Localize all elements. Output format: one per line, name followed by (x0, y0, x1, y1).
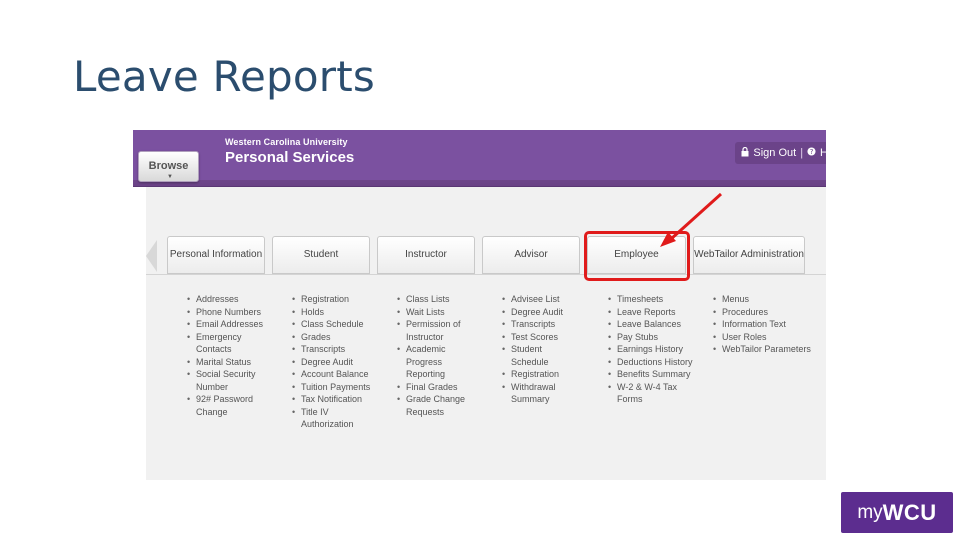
link-email-addresses[interactable]: Email Addresses (187, 318, 267, 331)
brand: Western Carolina University Personal Ser… (225, 137, 354, 166)
portal-screenshot: Browse ▼ Western Carolina University Per… (133, 130, 826, 480)
link-password-change[interactable]: 92# Password Change (187, 393, 267, 418)
tab-instructor[interactable]: Instructor (377, 236, 475, 274)
scroll-left-arrow-icon[interactable] (146, 240, 157, 272)
link-user-roles[interactable]: User Roles (713, 331, 813, 344)
arrow-icon (660, 192, 723, 247)
slide-title: Leave Reports (73, 52, 375, 101)
link-grade-change-requests[interactable]: Grade Change Requests (397, 393, 477, 418)
link-title-iv-authorization[interactable]: Title IV Authorization (292, 406, 372, 431)
link-test-scores[interactable]: Test Scores (502, 331, 582, 344)
link-class-lists[interactable]: Class Lists (397, 293, 477, 306)
page-margin (133, 187, 146, 480)
app-name: Personal Services (225, 149, 355, 166)
link-advisor-transcripts[interactable]: Transcripts (502, 318, 582, 331)
lock-icon (741, 146, 749, 160)
link-information-text[interactable]: Information Text (713, 318, 813, 331)
link-advisor-registration[interactable]: Registration (502, 368, 582, 381)
link-emergency-contacts[interactable]: Emergency Contacts (187, 331, 267, 356)
link-phone-numbers[interactable]: Phone Numbers (187, 306, 267, 319)
link-pay-stubs[interactable]: Pay Stubs (608, 331, 694, 344)
link-permission-of-instructor[interactable]: Permission of Instructor (397, 318, 477, 343)
link-menus[interactable]: Menus (713, 293, 813, 306)
link-final-grades[interactable]: Final Grades (397, 381, 477, 394)
mywcu-logo: my WCU (841, 492, 953, 533)
advisor-links: Advisee List Degree Audit Transcripts Te… (502, 293, 582, 406)
employee-links: Timesheets Leave Reports Leave Balances … (608, 293, 694, 406)
link-tax-notification[interactable]: Tax Notification (292, 393, 372, 406)
link-timesheets[interactable]: Timesheets (608, 293, 694, 306)
sign-out-link[interactable]: Sign Out (753, 147, 796, 159)
link-tuition-payments[interactable]: Tuition Payments (292, 381, 372, 394)
personal-information-links: Addresses Phone Numbers Email Addresses … (187, 293, 267, 418)
link-procedures[interactable]: Procedures (713, 306, 813, 319)
browse-label: Browse (148, 160, 189, 172)
link-leave-reports[interactable]: Leave Reports (608, 306, 694, 319)
link-w2-w4-tax-forms[interactable]: W-2 & W-4 Tax Forms (608, 381, 694, 406)
browse-button[interactable]: Browse ▼ (138, 151, 199, 182)
link-earnings-history[interactable]: Earnings History (608, 343, 694, 356)
tab-advisor[interactable]: Advisor (482, 236, 580, 274)
link-advisee-list[interactable]: Advisee List (502, 293, 582, 306)
divider: | (800, 147, 804, 159)
link-account-balance[interactable]: Account Balance (292, 368, 372, 381)
link-deductions-history[interactable]: Deductions History (608, 356, 694, 369)
link-webtailor-parameters[interactable]: WebTailor Parameters (713, 343, 813, 356)
link-holds[interactable]: Holds (292, 306, 372, 319)
link-social-security-number[interactable]: Social Security Number (187, 368, 267, 393)
help-link[interactable]: H (820, 147, 826, 159)
tab-personal-information[interactable]: Personal Information (167, 236, 265, 274)
svg-text:?: ? (810, 147, 814, 156)
student-links: Registration Holds Class Schedule Grades… (292, 293, 372, 431)
logo-wcu: WCU (882, 499, 937, 525)
top-banner: Browse ▼ Western Carolina University Per… (133, 130, 826, 187)
top-links: Sign Out | ? H (735, 142, 826, 164)
link-registration[interactable]: Registration (292, 293, 372, 306)
instructor-links: Class Lists Wait Lists Permission of Ins… (397, 293, 477, 418)
link-grades[interactable]: Grades (292, 331, 372, 344)
link-academic-progress-reporting[interactable]: Academic Progress Reporting (397, 343, 477, 381)
link-leave-balances[interactable]: Leave Balances (608, 318, 694, 331)
link-withdrawal-summary[interactable]: Withdrawal Summary (502, 381, 582, 406)
tab-strip-baseline (146, 274, 826, 275)
link-marital-status[interactable]: Marital Status (187, 356, 267, 369)
link-student-schedule[interactable]: Student Schedule (502, 343, 582, 368)
link-addresses[interactable]: Addresses (187, 293, 267, 306)
caret-down-icon: ▼ (167, 174, 173, 180)
link-transcripts[interactable]: Transcripts (292, 343, 372, 356)
webtailor-links: Menus Procedures Information Text User R… (713, 293, 813, 356)
link-advisor-degree-audit[interactable]: Degree Audit (502, 306, 582, 319)
help-icon: ? (807, 147, 816, 159)
logo-my: my (857, 501, 883, 523)
link-class-schedule[interactable]: Class Schedule (292, 318, 372, 331)
link-degree-audit[interactable]: Degree Audit (292, 356, 372, 369)
tab-student[interactable]: Student (272, 236, 370, 274)
link-benefits-summary[interactable]: Benefits Summary (608, 368, 694, 381)
link-wait-lists[interactable]: Wait Lists (397, 306, 477, 319)
university-name: Western Carolina University (225, 137, 348, 147)
